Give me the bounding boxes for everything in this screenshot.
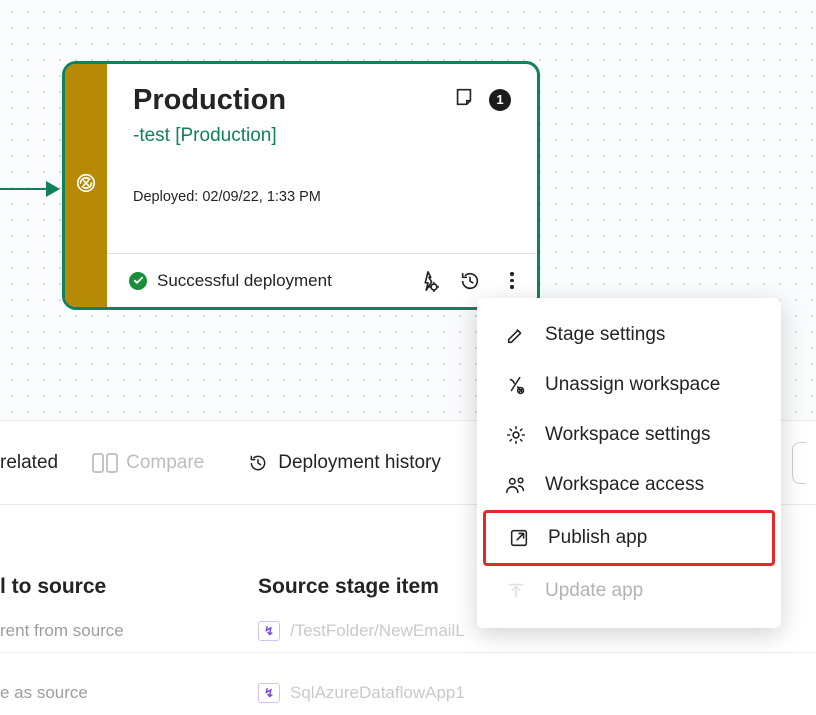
menu-item-unassign-workspace[interactable]: Unassign workspace [483, 360, 775, 410]
unassign-icon [505, 374, 527, 396]
compare-button: Compare [92, 452, 204, 474]
stage-deployed-timestamp: Deployed: 02/09/22, 1:33 PM [133, 189, 511, 205]
menu-item-update-app: Update app [483, 566, 775, 616]
source-cell: ↯ SqlAzureDataflowApp1 [258, 683, 465, 703]
incoming-connector-arrowhead [46, 181, 60, 197]
source-cell: ↯ /TestFolder/NewEmailL [258, 621, 465, 641]
dataflow-icon: ↯ [258, 621, 280, 641]
gear-icon [505, 424, 527, 446]
menu-item-workspace-access[interactable]: Workspace access [483, 460, 775, 510]
show-related-fragment[interactable]: related [0, 452, 58, 474]
column-header-compared: l to source [0, 575, 106, 599]
deployment-history-label: Deployment history [278, 452, 441, 474]
stage-workspace-name[interactable]: -test [Production] [133, 125, 511, 147]
note-icon[interactable] [453, 86, 475, 113]
column-header-source: Source stage item [258, 575, 439, 599]
success-check-icon [129, 272, 147, 290]
menu-item-publish-app[interactable]: Publish app [483, 510, 775, 566]
source-item-name: SqlAzureDataflowApp1 [290, 683, 465, 703]
menu-item-label: Update app [545, 580, 643, 602]
sync-issue-icon [75, 172, 97, 199]
compared-cell: rent from source [0, 621, 258, 641]
menu-item-label: Workspace settings [545, 424, 710, 446]
compare-label: Compare [126, 452, 204, 474]
stage-context-menu: Stage settings Unassign workspace Workspac… [477, 298, 781, 628]
item-count-badge: 1 [489, 89, 511, 111]
menu-item-stage-settings[interactable]: Stage settings [483, 310, 775, 360]
menu-item-label: Publish app [548, 527, 647, 549]
more-actions-button[interactable] [501, 270, 523, 292]
deployment-history-button[interactable]: Deployment history [248, 452, 441, 474]
menu-item-label: Workspace access [545, 474, 704, 496]
menu-item-label: Unassign workspace [545, 374, 720, 396]
menu-item-workspace-settings[interactable]: Workspace settings [483, 410, 775, 460]
people-icon [505, 474, 527, 496]
comparison-row[interactable]: e as source ↯ SqlAzureDataflowApp1 [0, 671, 816, 715]
compared-cell: e as source [0, 683, 258, 703]
stage-body: Production 1 -test [Production] Deployed… [107, 64, 537, 307]
toolbar-right-control-fragment[interactable] [792, 442, 806, 484]
stage-status-strip [65, 64, 107, 307]
stage-title: Production [133, 84, 286, 117]
history-icon[interactable] [459, 270, 481, 292]
menu-item-label: Stage settings [545, 324, 665, 346]
deployment-status-text: Successful deployment [157, 271, 332, 291]
external-link-icon [508, 527, 530, 549]
stage-footer: Successful deployment [107, 253, 537, 307]
deployment-rules-icon[interactable] [417, 270, 439, 292]
stage-card-production[interactable]: Production 1 -test [Production] Deployed… [62, 61, 540, 310]
upload-icon [505, 580, 527, 602]
pencil-icon [505, 324, 527, 346]
source-item-name: /TestFolder/NewEmailL [290, 621, 465, 641]
dataflow-icon: ↯ [258, 683, 280, 703]
